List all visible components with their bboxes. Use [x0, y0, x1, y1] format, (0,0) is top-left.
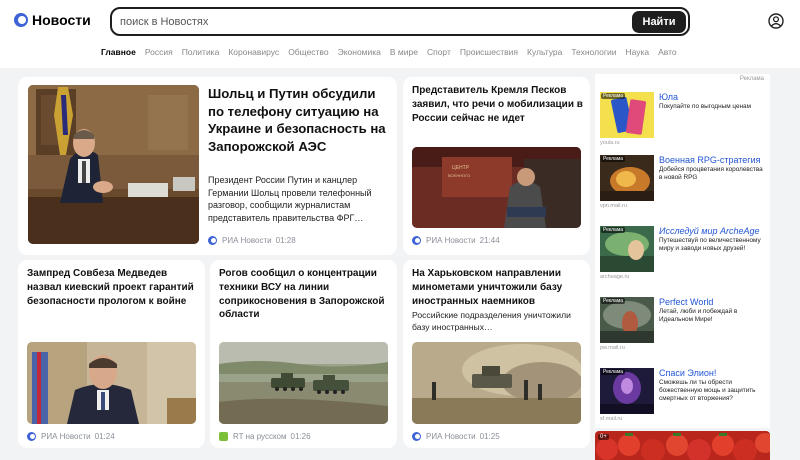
news-card-main[interactable]: Шольц и Путин обсудили по телефону ситуа…	[18, 77, 397, 255]
ad-description: Летай, люби и побеждай в Идеальном Мире!	[659, 308, 738, 323]
ad-title[interactable]: Военная RPG-стратегия	[659, 155, 760, 165]
ad-badge: Реклама	[601, 93, 626, 99]
ad-image: Реклама	[600, 92, 654, 138]
nav-item-sport[interactable]: Спорт	[427, 47, 451, 57]
news-logo-icon	[14, 13, 28, 27]
source-name: RT на русском	[233, 432, 287, 441]
search-box: Найти	[110, 7, 690, 36]
news-photo	[28, 85, 199, 244]
ad-description: Покупайте по выгодным ценам	[659, 103, 752, 110]
news-time: 01:24	[94, 432, 115, 441]
ad-badge: Реклама	[601, 298, 626, 304]
news-title[interactable]: Представитель Кремля Песков заявил, что …	[412, 84, 584, 125]
news-title[interactable]: Шольц и Путин обсудили по телефону ситуа…	[208, 85, 390, 155]
ad-item[interactable]: Реклама Спаси Элион! Сможешь ли ты обрес…	[600, 368, 765, 430]
news-photo	[412, 342, 581, 424]
tomato-ad-banner[interactable]: 0+	[595, 431, 770, 460]
source-name: РИА Новости	[426, 236, 476, 245]
ria-source-icon	[412, 432, 421, 441]
news-card-medvedev[interactable]: Зампред Совбеза Медведев назвал киевский…	[18, 260, 205, 448]
news-card-rogov[interactable]: Рогов сообщил о концентрации техники ВСУ…	[210, 260, 397, 448]
news-source: RT на русском 01:26	[219, 432, 311, 441]
nav-item-world[interactable]: В мире	[390, 47, 418, 57]
news-card-kharkov[interactable]: На Харьковском направлении минометами ун…	[403, 260, 590, 448]
nav-item-technology[interactable]: Технологии	[571, 47, 616, 57]
news-lead: Российские подразделения уничтожили базу…	[412, 310, 571, 332]
news-title[interactable]: Рогов сообщил о концентрации техники ВСУ…	[219, 267, 393, 322]
category-nav: Главное Россия Политика Коронавирус Обще…	[101, 47, 677, 57]
source-name: РИА Новости	[41, 432, 91, 441]
ad-title[interactable]: Исследуй мир ArcheAge	[659, 226, 760, 236]
ad-image: Реклама	[600, 155, 654, 201]
ad-domain[interactable]: youla.ru	[600, 140, 620, 146]
rt-source-icon	[219, 432, 228, 441]
nav-item-auto[interactable]: Авто	[658, 47, 677, 57]
ad-image: Реклама	[600, 226, 654, 272]
ad-domain[interactable]: vpn.mail.ru	[600, 203, 627, 209]
ad-item[interactable]: Реклама Юла Покупайте по выгодным ценам …	[600, 92, 765, 154]
search-input[interactable]	[120, 13, 620, 31]
ad-badge: Реклама	[601, 227, 626, 233]
news-source: РИА Новости 01:25	[412, 432, 500, 441]
ad-label: Реклама	[739, 76, 764, 82]
ad-title[interactable]: Юла	[659, 92, 678, 102]
logo[interactable]: Новости	[14, 12, 91, 28]
svg-text:ВОЕННОГО: ВОЕННОГО	[448, 173, 470, 178]
ad-description: Добейся процветания королевства в новой …	[659, 166, 763, 181]
ad-item[interactable]: Реклама Perfect World Летай, люби и побе…	[600, 297, 765, 359]
nav-item-politics[interactable]: Политика	[182, 47, 220, 57]
news-time: 01:25	[479, 432, 500, 441]
news-photo: ЦЕНТР ВОЕННОГО	[412, 147, 581, 228]
nav-item-coronavirus[interactable]: Коронавирус	[228, 47, 279, 57]
news-time: 01:28	[275, 236, 296, 245]
ad-description: Сможешь ли ты обрести божественную мощь …	[659, 379, 756, 402]
news-title[interactable]: На Харьковском направлении минометами ун…	[412, 267, 586, 308]
nav-item-science[interactable]: Наука	[625, 47, 649, 57]
ad-image: Реклама	[600, 297, 654, 343]
ad-badge: Реклама	[601, 369, 626, 375]
news-source: РИА Новости 01:24	[27, 432, 115, 441]
news-card-peskov[interactable]: Представитель Кремля Песков заявил, что …	[403, 77, 590, 255]
user-icon[interactable]	[768, 13, 784, 29]
nav-item-economy[interactable]: Экономика	[338, 47, 381, 57]
ad-item[interactable]: Реклама Военная RPG-стратегия Добейся пр…	[600, 155, 765, 217]
ria-source-icon	[208, 236, 217, 245]
ad-badge: Реклама	[601, 156, 626, 162]
logo-text: Новости	[32, 12, 91, 28]
ad-item[interactable]: Реклама Исследуй мир ArcheAge Путешеству…	[600, 226, 765, 288]
ad-title[interactable]: Спаси Элион!	[659, 368, 716, 378]
source-name: РИА Новости	[222, 236, 272, 245]
news-lead: Президент России Путин и канцлер Германи…	[208, 175, 372, 223]
news-photo	[219, 342, 388, 424]
news-time: 21:44	[479, 236, 500, 245]
ad-description: Путешествуй по величественному миру и за…	[659, 237, 761, 252]
ad-image: Реклама	[600, 368, 654, 414]
source-name: РИА Новости	[426, 432, 476, 441]
ad-domain[interactable]: sf.mail.ru	[600, 416, 622, 422]
news-source: РИА Новости 01:28	[208, 236, 296, 245]
header: Новости Найти Главное Россия Политика Ко…	[0, 0, 800, 68]
nav-item-incidents[interactable]: Происшествия	[460, 47, 518, 57]
nav-item-society[interactable]: Общество	[288, 47, 328, 57]
news-source: РИА Новости 21:44	[412, 236, 500, 245]
news-photo	[27, 342, 196, 424]
nav-item-culture[interactable]: Культура	[527, 47, 562, 57]
nav-item-main[interactable]: Главное	[101, 47, 136, 57]
ria-source-icon	[412, 236, 421, 245]
news-title[interactable]: Зампред Совбеза Медведев назвал киевский…	[27, 267, 201, 308]
ad-title[interactable]: Perfect World	[659, 297, 713, 307]
ad-domain[interactable]: pw.mail.ru	[600, 345, 625, 351]
ria-source-icon	[27, 432, 36, 441]
search-button[interactable]: Найти	[632, 11, 686, 33]
ad-column: Реклама Реклама Юла Покупайте по выгодны…	[595, 74, 770, 428]
svg-text:ЦЕНТР: ЦЕНТР	[452, 165, 470, 171]
nav-item-russia[interactable]: Россия	[145, 47, 173, 57]
ad-domain[interactable]: archeage.ru	[600, 274, 629, 280]
news-time: 01:26	[290, 432, 311, 441]
age-rating-badge: 0+	[598, 434, 609, 440]
